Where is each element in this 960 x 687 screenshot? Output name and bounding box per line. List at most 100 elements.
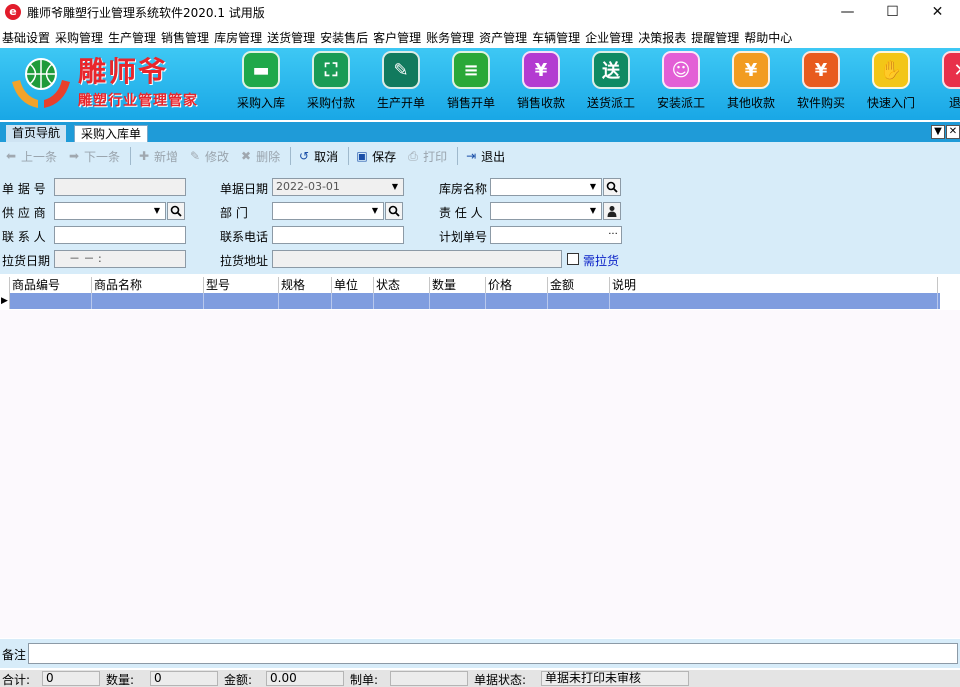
chevron-down-icon[interactable]: ▼ xyxy=(585,203,601,219)
menu-item[interactable]: 基础设置 xyxy=(0,29,53,46)
action-button[interactable]: ✚ 新增 xyxy=(137,148,178,165)
doc-date-label: 单据日期 xyxy=(220,182,269,196)
grid-column-header[interactable]: 单位 xyxy=(332,277,374,293)
chevron-down-icon[interactable]: ▼ xyxy=(149,203,165,219)
receipt-icon: ¥ xyxy=(522,51,560,89)
toolbar-button[interactable]: ✕ 退出 xyxy=(928,51,960,115)
grid-column-header[interactable]: 状态 xyxy=(374,277,430,293)
chevron-down-icon[interactable]: ▼ xyxy=(367,203,383,219)
menu-item[interactable]: 销售管理 xyxy=(159,29,212,46)
toolbar-button[interactable]: ⛶ 采购付款 xyxy=(298,51,364,115)
grid-column-header[interactable]: 金额 xyxy=(548,277,610,293)
doc-date-picker[interactable]: 2022-03-01 ▼ xyxy=(272,178,404,196)
grid-column-header[interactable]: 商品名称 xyxy=(92,277,204,293)
grid-cell[interactable] xyxy=(332,293,374,309)
table-row[interactable]: ▶ xyxy=(0,293,940,309)
menu-item[interactable]: 车辆管理 xyxy=(530,29,583,46)
action-button[interactable]: ⬅ 上一条 xyxy=(4,148,57,165)
next-icon: ➡ xyxy=(68,149,80,163)
toolbar-button[interactable]: ✎ 生产开单 xyxy=(368,51,434,115)
menu-item[interactable]: 客户管理 xyxy=(371,29,424,46)
warehouse-select[interactable]: ▼ xyxy=(490,178,602,196)
toolbar-button[interactable]: 送送货派工 xyxy=(578,51,644,115)
action-button[interactable]: ➡ 下一条 xyxy=(67,148,120,165)
remark-bar: 备注 xyxy=(0,639,960,668)
toolbar-button-label: 送货派工 xyxy=(586,96,635,110)
grid-cell[interactable] xyxy=(486,293,548,309)
ellipsis-icon[interactable]: ··· xyxy=(605,227,621,243)
action-button[interactable]: ▣ 保存 xyxy=(355,148,396,165)
department-select[interactable]: ▼ xyxy=(272,202,384,220)
grid-column-header[interactable]: 说明 xyxy=(610,277,938,293)
tab-list-dropdown-icon[interactable]: ▼ xyxy=(931,125,945,139)
action-button[interactable]: ↺ 取消 xyxy=(297,148,338,165)
toolbar-button-label: 生产开单 xyxy=(376,96,425,110)
plan-no-field[interactable]: ··· xyxy=(490,226,622,244)
pickup-address-field[interactable] xyxy=(272,250,562,268)
toolbar-button[interactable]: ✋ 快速入门 xyxy=(858,51,924,115)
grid-column-header[interactable]: 数量 xyxy=(430,277,486,293)
owner-select[interactable]: ▼ xyxy=(490,202,602,220)
department-search-icon[interactable] xyxy=(385,202,403,220)
toolbar-button[interactable]: ☺ 安装派工 xyxy=(648,51,714,115)
grid-cell[interactable] xyxy=(548,293,610,309)
menu-item[interactable]: 安装售后 xyxy=(318,29,371,46)
hand-icon: ✋ xyxy=(872,51,910,89)
toolbar-button[interactable]: ▬ 采购入库 xyxy=(228,51,294,115)
menu-item[interactable]: 生产管理 xyxy=(106,29,159,46)
menu-item[interactable]: 帮助中心 xyxy=(742,29,795,46)
grid-cell[interactable] xyxy=(10,293,92,309)
maximize-button[interactable]: ☐ xyxy=(870,0,915,24)
action-button[interactable]: ✎ 修改 xyxy=(188,148,229,165)
status-bar: 合计: 0 数量: 0 金额: 0.00 制单: 单据状态: 单据未打印未审核 xyxy=(0,670,960,687)
action-button[interactable]: ⇥ 退出 xyxy=(464,148,505,165)
doc-no-field[interactable] xyxy=(54,178,186,196)
contact-field[interactable] xyxy=(54,226,186,244)
action-button[interactable]: ⎙ 打印 xyxy=(406,148,447,165)
tab-purchase-inbound[interactable]: 采购入库单 xyxy=(74,125,149,142)
chevron-down-icon[interactable]: ▼ xyxy=(387,179,403,195)
grid-cell[interactable] xyxy=(374,293,430,309)
menu-item[interactable]: 账务管理 xyxy=(424,29,477,46)
remark-input[interactable] xyxy=(28,643,958,664)
menu-item[interactable]: 采购管理 xyxy=(53,29,106,46)
grid-column-header[interactable]: 商品编号 xyxy=(10,277,92,293)
menu-item[interactable]: 提醒管理 xyxy=(689,29,742,46)
tab-close-icon[interactable]: ✕ xyxy=(946,125,960,139)
supplier-search-icon[interactable] xyxy=(167,202,185,220)
total-label: 合计: xyxy=(2,673,31,687)
warehouse-search-icon[interactable] xyxy=(603,178,621,196)
toolbar-button[interactable]: ¥ 软件购买 xyxy=(788,51,854,115)
toolbar-button[interactable]: ¥ 其他收款 xyxy=(718,51,784,115)
grid-cell[interactable] xyxy=(430,293,486,309)
action-button[interactable]: ✖ 删除 xyxy=(239,148,280,165)
chevron-down-icon[interactable]: ▼ xyxy=(585,179,601,195)
need-pickup-label[interactable]: 需拉货 xyxy=(583,252,619,269)
grid-cell[interactable] xyxy=(204,293,279,309)
menu-item[interactable]: 资产管理 xyxy=(477,29,530,46)
person-picker-icon[interactable] xyxy=(603,202,621,220)
grid-cell[interactable] xyxy=(279,293,332,309)
grid-cell[interactable] xyxy=(610,293,938,309)
grid-column-header[interactable]: 型号 xyxy=(204,277,279,293)
cancel-icon: ↺ xyxy=(299,149,310,163)
grid-cell[interactable] xyxy=(92,293,204,309)
pickup-date-field[interactable]: － － : xyxy=(54,250,186,268)
toolbar-button[interactable]: ≡ 销售开单 xyxy=(438,51,504,115)
need-pickup-checkbox[interactable] xyxy=(567,253,579,265)
menu-item[interactable]: 送货管理 xyxy=(265,29,318,46)
phone-field[interactable] xyxy=(272,226,404,244)
amount-label: 金额: xyxy=(224,673,253,687)
toolbar-button[interactable]: ¥ 销售收款 xyxy=(508,51,574,115)
grid-column-header[interactable]: 价格 xyxy=(486,277,548,293)
menu-item[interactable]: 库房管理 xyxy=(212,29,265,46)
menu-item[interactable]: 企业管理 xyxy=(583,29,636,46)
action-button-label: 删除 xyxy=(256,149,281,164)
grid-column-header[interactable]: 规格 xyxy=(279,277,332,293)
close-button[interactable]: ✕ xyxy=(915,0,960,24)
tab-home[interactable]: 首页导航 xyxy=(6,125,67,142)
supplier-select[interactable]: ▼ xyxy=(54,202,166,220)
menu-item[interactable]: 决策报表 xyxy=(636,29,689,46)
pickup-date-label: 拉货日期 xyxy=(2,254,51,268)
minimize-button[interactable]: — xyxy=(825,0,870,24)
